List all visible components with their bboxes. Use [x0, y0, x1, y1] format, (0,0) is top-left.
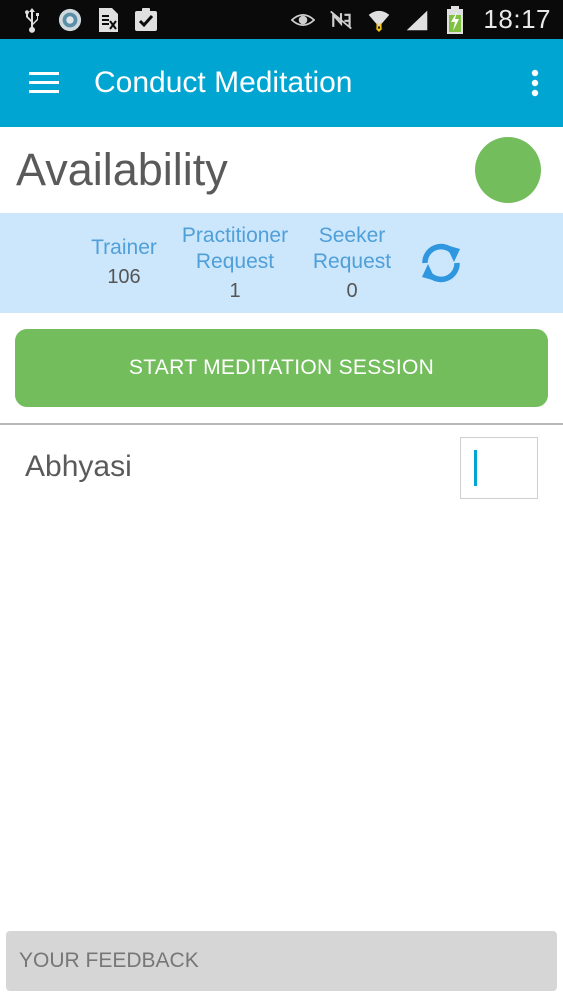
battery-charging-icon	[443, 5, 467, 34]
practitioner-request-stat: Practitioner Request 1	[170, 223, 300, 304]
app-title: Conduct Meditation	[94, 66, 353, 99]
app-bar: Conduct Meditation	[0, 39, 563, 127]
seeker-request-count: 0	[346, 280, 358, 302]
trainer-count: 106	[107, 266, 141, 288]
usb-icon	[20, 7, 44, 33]
app-badge-icon	[58, 8, 82, 32]
your-feedback-button[interactable]: YOUR FEEDBACK	[6, 931, 557, 991]
seeker-label-line2: Request	[312, 250, 392, 273]
status-bar: 18:17	[0, 0, 563, 39]
status-time: 18:17	[483, 4, 551, 34]
start-meditation-session-button[interactable]: START MEDITATION SESSION	[15, 329, 548, 407]
clipboard-check-icon	[134, 7, 158, 32]
text-cursor	[474, 450, 477, 486]
practitioner-label-line1: Practitioner	[181, 224, 289, 247]
hamburger-menu-icon[interactable]	[0, 39, 88, 127]
practitioner-request-count: 1	[229, 280, 241, 302]
availability-row: Availability	[0, 127, 563, 213]
storage-icon	[96, 7, 120, 32]
practitioner-label-line2: Request	[195, 250, 275, 273]
abhyasi-label: Abhyasi	[25, 450, 132, 483]
trainer-stat: Trainer 106	[84, 235, 164, 290]
eye-icon	[291, 8, 316, 32]
wifi-icon	[367, 8, 391, 32]
stats-panel: Trainer 106 Practitioner Request 1 Seeke…	[0, 213, 563, 313]
trainer-label: Trainer	[91, 236, 157, 259]
seeker-label-line1: Seeker	[318, 224, 386, 247]
status-left	[20, 7, 158, 33]
availability-status-indicator[interactable]	[475, 137, 541, 203]
availability-title: Availability	[16, 144, 228, 195]
abhyasi-input[interactable]	[460, 437, 538, 499]
nfc-icon	[329, 8, 353, 32]
status-right: 18:17	[291, 4, 551, 35]
seeker-request-stat: Seeker Request 0	[300, 223, 404, 304]
more-vert-icon[interactable]	[507, 39, 563, 127]
signal-icon	[405, 8, 429, 32]
divider	[0, 423, 563, 425]
refresh-icon[interactable]	[414, 235, 468, 291]
